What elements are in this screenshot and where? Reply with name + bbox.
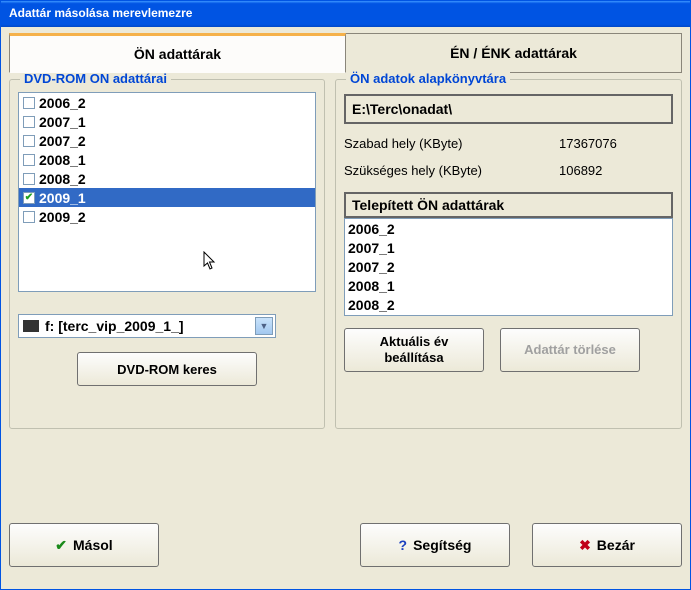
group-title: ÖN adatok alapkönyvtára [346, 71, 510, 86]
list-item[interactable]: 2008_2 [348, 296, 669, 315]
list-item-label: 2007_2 [39, 133, 86, 149]
group-on-basepath: ÖN adatok alapkönyvtára E:\Terc\onadat\ … [335, 79, 682, 429]
free-space-value: 17367076 [559, 136, 617, 151]
list-item-label: 2008_2 [39, 171, 86, 187]
tab-bar: ÖN adattárak ÉN / ÉNK adattárak [9, 33, 682, 73]
drive-selector[interactable]: f: [terc_vip_2009_1_] ▼ [18, 314, 276, 338]
close-button[interactable]: ✖ Bezár [532, 523, 682, 567]
installed-title: Telepített ÖN adattárak [344, 192, 673, 218]
help-button[interactable]: ? Segítség [360, 523, 510, 567]
group-dvd-source: DVD-ROM ÖN adattárai 2006_22007_12007_22… [9, 79, 325, 429]
delete-datastore-button: Adattár törlése [500, 328, 640, 372]
list-item[interactable]: 2008_1 [19, 150, 315, 169]
tab-label: ÉN / ÉNK adattárak [450, 45, 577, 61]
button-label: DVD-ROM keres [117, 362, 217, 377]
dvd-search-button[interactable]: DVD-ROM keres [77, 352, 257, 386]
button-label: Adattár törlése [524, 342, 616, 358]
list-item[interactable]: 2007_1 [348, 239, 669, 258]
list-item-label: 2006_2 [39, 95, 86, 111]
tab-label: ÖN adattárak [134, 46, 221, 62]
checkbox-icon[interactable] [23, 116, 35, 128]
list-item[interactable]: 2007_2 [19, 131, 315, 150]
set-current-year-button[interactable]: Aktuális év beállítása [344, 328, 484, 372]
list-item[interactable]: ✔ 2009_1 [19, 188, 315, 207]
drive-selector-label: f: [terc_vip_2009_1_] [45, 318, 184, 334]
checkbox-icon[interactable] [23, 97, 35, 109]
help-icon: ? [399, 537, 408, 553]
window-title: Adattár másolása merevlemezre [1, 1, 690, 27]
list-item-label: 2009_2 [39, 209, 86, 225]
checkbox-icon[interactable]: ✔ [23, 192, 35, 204]
checkbox-icon[interactable] [23, 154, 35, 166]
needed-space-value: 106892 [559, 163, 602, 178]
dialog-window: Adattár másolása merevlemezre ÖN adattár… [0, 0, 691, 590]
list-item[interactable]: 2006_2 [348, 220, 669, 239]
tab-on-adattarak[interactable]: ÖN adattárak [9, 33, 346, 73]
right-button-row: Aktuális év beállítása Adattár törlése [344, 328, 673, 372]
content-pane: DVD-ROM ÖN adattárai 2006_22007_12007_22… [9, 79, 682, 479]
button-label: Bezár [597, 537, 635, 553]
tab-en-enk-adattarak[interactable]: ÉN / ÉNK adattárak [345, 33, 682, 73]
bottom-button-row: ✔ Másol ? Segítség ✖ Bezár [9, 515, 682, 575]
base-path: E:\Terc\onadat\ [344, 94, 673, 124]
needed-space-row: Szükséges hely (KByte) 106892 [344, 163, 673, 178]
source-listbox[interactable]: 2006_2 2007_1 2007_2 2008_1 2008_2 ✔ 2009_1 200… [18, 92, 316, 292]
list-item[interactable]: 2006_2 [19, 93, 315, 112]
dialog-body: ÖN adattárak ÉN / ÉNK adattárak DVD-ROM … [1, 27, 690, 589]
list-item-label: 2009_1 [39, 190, 86, 206]
installed-listbox[interactable]: 2006_22007_12007_22008_12008_2 [344, 218, 673, 316]
list-item-label: 2007_1 [39, 114, 86, 130]
copy-button[interactable]: ✔ Másol [9, 523, 159, 567]
button-label: Másol [73, 537, 113, 553]
checkbox-icon[interactable] [23, 211, 35, 223]
button-label: Aktuális év beállítása [351, 334, 477, 365]
button-label: Segítség [413, 537, 471, 553]
check-icon: ✔ [55, 537, 67, 554]
list-item[interactable]: 2008_1 [348, 277, 669, 296]
free-space-label: Szabad hely (KByte) [344, 136, 519, 151]
list-item[interactable]: 2009_2 [19, 207, 315, 226]
needed-space-label: Szükséges hely (KByte) [344, 163, 519, 178]
checkbox-icon[interactable] [23, 135, 35, 147]
chevron-down-icon: ▼ [255, 317, 273, 335]
list-item-label: 2008_1 [39, 152, 86, 168]
close-icon: ✖ [579, 537, 591, 554]
drive-icon [23, 320, 39, 332]
group-title: DVD-ROM ÖN adattárai [20, 71, 171, 86]
bottom-right-group: ? Segítség ✖ Bezár [360, 523, 682, 567]
list-item[interactable]: 2007_2 [348, 258, 669, 277]
checkbox-icon[interactable] [23, 173, 35, 185]
list-item[interactable]: 2008_2 [19, 169, 315, 188]
free-space-row: Szabad hely (KByte) 17367076 [344, 136, 673, 151]
list-item[interactable]: 2007_1 [19, 112, 315, 131]
